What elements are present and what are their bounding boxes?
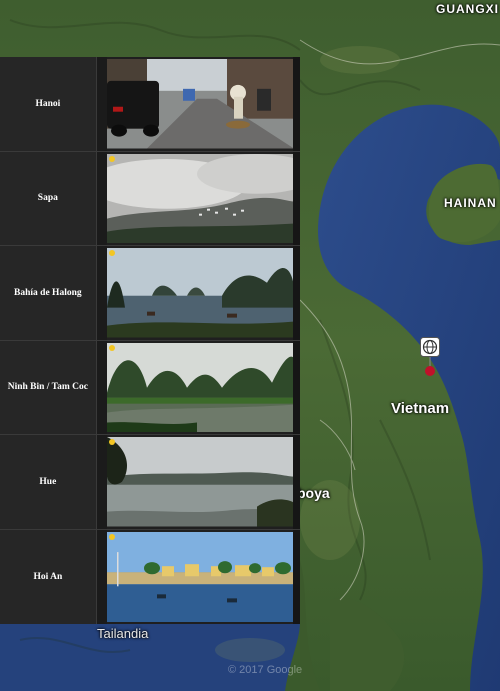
destination-label: Hoi An bbox=[0, 529, 97, 624]
destination-label: Bahía de Halong bbox=[0, 246, 97, 340]
destination-row-hue[interactable]: Hue bbox=[0, 435, 301, 530]
destination-label: Ninh Bin / Tam Coc bbox=[0, 340, 97, 434]
destinations-panel: Hanoi Sapa Bahía de Halong Ninh Bin / Ta… bbox=[0, 57, 301, 624]
destination-row-sapa[interactable]: Sapa bbox=[0, 151, 301, 246]
destination-label: Sapa bbox=[0, 151, 97, 245]
map-copyright: © 2017 Google bbox=[228, 664, 303, 676]
map-label-tailandia: Tailandia bbox=[97, 626, 149, 641]
destination-photo-ninh-binh[interactable] bbox=[106, 342, 294, 432]
destination-label: Hanoi bbox=[0, 57, 97, 151]
destination-photo-hue[interactable] bbox=[106, 437, 294, 527]
destination-row-hoi-an[interactable]: Hoi An bbox=[0, 529, 301, 624]
map-label-hainan: HAINAN bbox=[444, 196, 497, 210]
destination-photo-sapa[interactable] bbox=[106, 153, 294, 243]
destination-row-halong[interactable]: Bahía de Halong bbox=[0, 246, 301, 341]
globe-pin-icon[interactable] bbox=[420, 337, 440, 377]
destination-photo-hanoi[interactable] bbox=[106, 59, 294, 149]
map-label-camboya: boya bbox=[297, 485, 330, 501]
destination-row-hanoi[interactable]: Hanoi bbox=[0, 57, 301, 152]
destination-row-ninh-binh[interactable]: Ninh Bin / Tam Coc bbox=[0, 340, 301, 435]
destination-photo-halong[interactable] bbox=[106, 248, 294, 338]
destination-photo-hoi-an[interactable] bbox=[106, 531, 294, 622]
destination-label: Hue bbox=[0, 435, 97, 529]
map-label-guangxi: GUANGXI bbox=[436, 2, 500, 16]
map-label-vietnam: Vietnam bbox=[391, 400, 450, 417]
